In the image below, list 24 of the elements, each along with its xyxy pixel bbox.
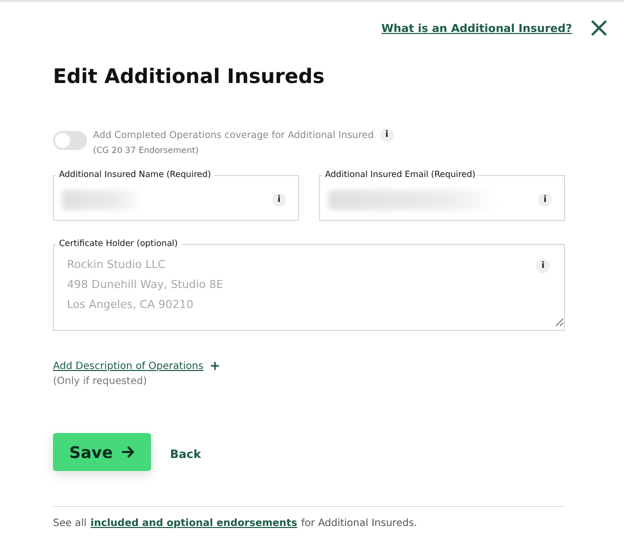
- arrow-icon: [120, 446, 135, 458]
- toggle-switch[interactable]: [53, 131, 87, 150]
- back-link[interactable]: Back: [170, 447, 201, 461]
- field-label: Additional Insured Name (Required): [58, 170, 212, 180]
- endorsements-link[interactable]: included and optional endorsements: [90, 518, 298, 529]
- footer-text: See all: [53, 518, 87, 529]
- input-field[interactable]: Additional Insured Email (Required) i: [319, 170, 565, 221]
- close-icon[interactable]: [590, 19, 608, 37]
- plus-icon[interactable]: +: [209, 359, 220, 374]
- footer-text: for Additional Insureds.: [301, 518, 418, 529]
- info-icon[interactable]: i: [538, 193, 552, 207]
- hint-text: (Only if requested): [53, 376, 148, 387]
- endorsement-note: (CG 20 37 Endorsement): [93, 146, 200, 156]
- save-button[interactable]: Save: [53, 433, 151, 471]
- add-description-link[interactable]: Add Description of Operations: [53, 361, 204, 372]
- page-title: Edit Additional Insureds: [53, 64, 326, 88]
- input-field[interactable]: Additional Insured Name (Required) i: [53, 170, 299, 221]
- field-label: Certificate Holder (optional): [58, 239, 179, 249]
- field-label: Additional Insured Email (Required): [324, 170, 476, 180]
- help-link[interactable]: What is an Additional Insured?: [381, 22, 572, 34]
- toggle-label: Add Completed Operations coverage for Additional Insured: [93, 130, 374, 140]
- info-icon[interactable]: i: [380, 128, 394, 142]
- info-icon[interactable]: i: [272, 193, 286, 207]
- text-area[interactable]: Certificate Holder (optional) Rockin Studio LLC 498 Dunehill Way, Studio 8E Los Angeles, CA 90210 i: [53, 239, 565, 331]
